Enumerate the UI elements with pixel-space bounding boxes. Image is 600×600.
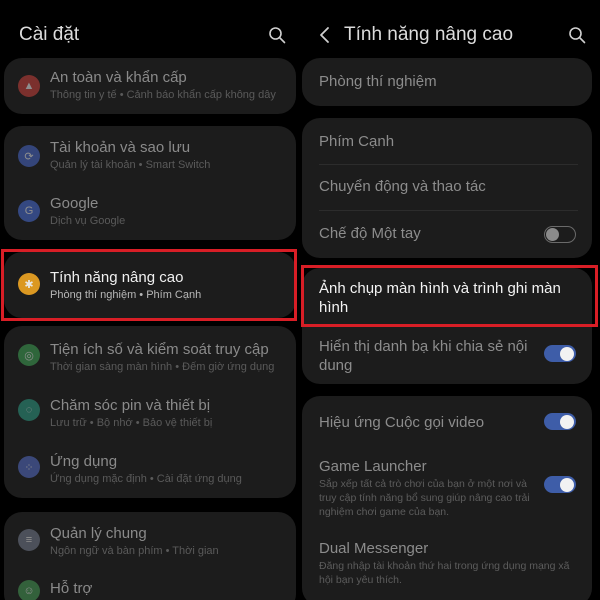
extras-group: Hiệu ứng Cuộc gọi video Game Launcher Sắ… (302, 396, 592, 600)
google-icon: G (18, 200, 40, 222)
highlight-box (1, 249, 297, 321)
page-title: Cài đặt (19, 24, 80, 45)
one-handed-mode-item[interactable]: Chế độ Một tay (302, 211, 592, 258)
settings-group-wellbeing: ◎ Tiện ích số và kiểm soát truy cập Thời… (4, 326, 296, 498)
show-contacts-toggle[interactable] (544, 345, 576, 362)
item-title: An toàn và khẩn cấp (50, 69, 187, 86)
back-arrow-icon[interactable] (316, 24, 334, 46)
settings-item-google[interactable]: G Google Dịch vụ Google (4, 183, 296, 240)
item-title: Google (50, 195, 99, 212)
item-title: Ứng dụng (50, 453, 118, 470)
item-title: Game Launcher (319, 458, 427, 475)
page-title: Tính năng nâng cao (344, 24, 514, 45)
settings-item-safety[interactable]: ▲ An toàn và khẩn cấp Thông tin y tế • C… (4, 58, 296, 114)
item-subtitle: Ngôn ngữ và bàn phím • Thời gian (50, 545, 219, 557)
wellbeing-icon: ◎ (18, 344, 40, 366)
item-subtitle: Thông tin y tế • Cảnh báo khẩn cấp không… (50, 89, 276, 101)
advanced-header: Tính năng nâng cao (300, 0, 600, 60)
item-subtitle: Quản lý tài khoản • Smart Switch (50, 159, 211, 171)
item-title: Hiển thị danh bạ khi chia sẻ nội dung (319, 338, 528, 374)
item-title: Tài khoản và sao lưu (50, 139, 191, 156)
advanced-features-pane: Tính năng nâng cao Phòng thí nghiệm Phím… (300, 0, 600, 600)
item-subtitle: Thời gian sàng màn hình • Đếm giờ ứng dụ… (50, 361, 275, 373)
item-title: Chế độ Một tay (319, 225, 421, 242)
item-title: Chuyển động và thao tác (319, 178, 486, 195)
settings-group-accounts: ⟳ Tài khoản và sao lưu Quản lý tài khoản… (4, 126, 296, 240)
video-call-effects-toggle[interactable] (544, 413, 576, 430)
item-subtitle: Đăng nhập tài khoản thứ hai trong ứng dụ… (319, 560, 570, 586)
show-contacts-sharing-item[interactable]: Hiển thị danh bạ khi chia sẻ nội dung (302, 328, 592, 384)
settings-item-device-care[interactable]: ◌ Chăm sóc pin và thiết bị Lưu trữ • Bộ … (4, 383, 296, 440)
settings-item-wellbeing[interactable]: ◎ Tiện ích số và kiểm soát truy cập Thời… (4, 326, 296, 383)
item-title: Phím Cạnh (319, 133, 395, 150)
item-subtitle: Ứng dụng mặc định • Cài đặt ứng dụng (50, 473, 242, 485)
item-subtitle: Dịch vụ Google (50, 215, 126, 227)
item-subtitle: Lưu trữ • Bộ nhớ • Bảo vệ thiết bị (50, 417, 213, 429)
settings-group-general: ≡ Quản lý chung Ngôn ngữ và bàn phím • T… (4, 512, 296, 600)
item-title: Chăm sóc pin và thiết bị (50, 397, 211, 414)
item-title: Quản lý chung (50, 525, 147, 542)
settings-item-accounts[interactable]: ⟳ Tài khoản và sao lưu Quản lý tài khoản… (4, 126, 296, 183)
toggle-knob (546, 227, 559, 241)
settings-pane: Cài đặt ▲ An toàn và khẩn cấp Thông tin … (0, 0, 300, 600)
video-call-effects-item[interactable]: Hiệu ứng Cuộc gọi video (302, 396, 592, 446)
sync-icon: ⟳ (18, 145, 40, 167)
device-care-icon: ◌ (18, 399, 40, 421)
settings-item-accessibility[interactable]: ☺ Hỗ trợ (4, 566, 296, 600)
game-launcher-toggle[interactable] (544, 476, 576, 493)
side-key-item[interactable]: Phím Cạnh (302, 118, 592, 164)
game-launcher-item[interactable]: Game Launcher Sắp xếp tất cả trò chơi củ… (302, 446, 592, 532)
item-title: Phòng thí nghiệm (319, 73, 437, 90)
sliders-icon: ≡ (18, 529, 40, 551)
dual-messenger-item[interactable]: Dual Messenger Đăng nhập tài khoản thứ h… (302, 532, 592, 600)
search-icon[interactable] (268, 26, 286, 44)
item-title: Dual Messenger (319, 540, 429, 557)
item-subtitle: Sắp xếp tất cả trò chơi của bạn ở một nơ… (319, 478, 530, 518)
highlight-box (301, 265, 598, 327)
search-icon[interactable] (568, 26, 586, 44)
apps-icon: ⁘ (18, 456, 40, 478)
toggle-knob (560, 346, 574, 361)
gestures-group: Phím Cạnh Chuyển động và thao tác Chế độ… (302, 118, 592, 258)
settings-item-apps[interactable]: ⁘ Ứng dụng Ứng dụng mặc định • Cài đặt ứ… (4, 440, 296, 498)
item-title: Hỗ trợ (50, 580, 93, 597)
item-title: Tiện ích số và kiểm soát truy cập (50, 341, 269, 358)
toggle-knob (560, 477, 574, 492)
accessibility-icon: ☺ (18, 580, 40, 600)
one-handed-mode-toggle[interactable] (544, 226, 576, 243)
settings-item-general-management[interactable]: ≡ Quản lý chung Ngôn ngữ và bàn phím • T… (4, 512, 296, 566)
settings-group-safety: ▲ An toàn và khẩn cấp Thông tin y tế • C… (4, 58, 296, 114)
labs-item[interactable]: Phòng thí nghiệm (302, 58, 592, 106)
labs-group: Phòng thí nghiệm (302, 58, 592, 106)
alert-icon: ▲ (18, 75, 40, 97)
motions-gestures-item[interactable]: Chuyển động và thao tác (302, 165, 592, 210)
toggle-knob (560, 414, 574, 429)
settings-header: Cài đặt (0, 0, 300, 60)
item-title: Hiệu ứng Cuộc gọi video (319, 414, 485, 431)
